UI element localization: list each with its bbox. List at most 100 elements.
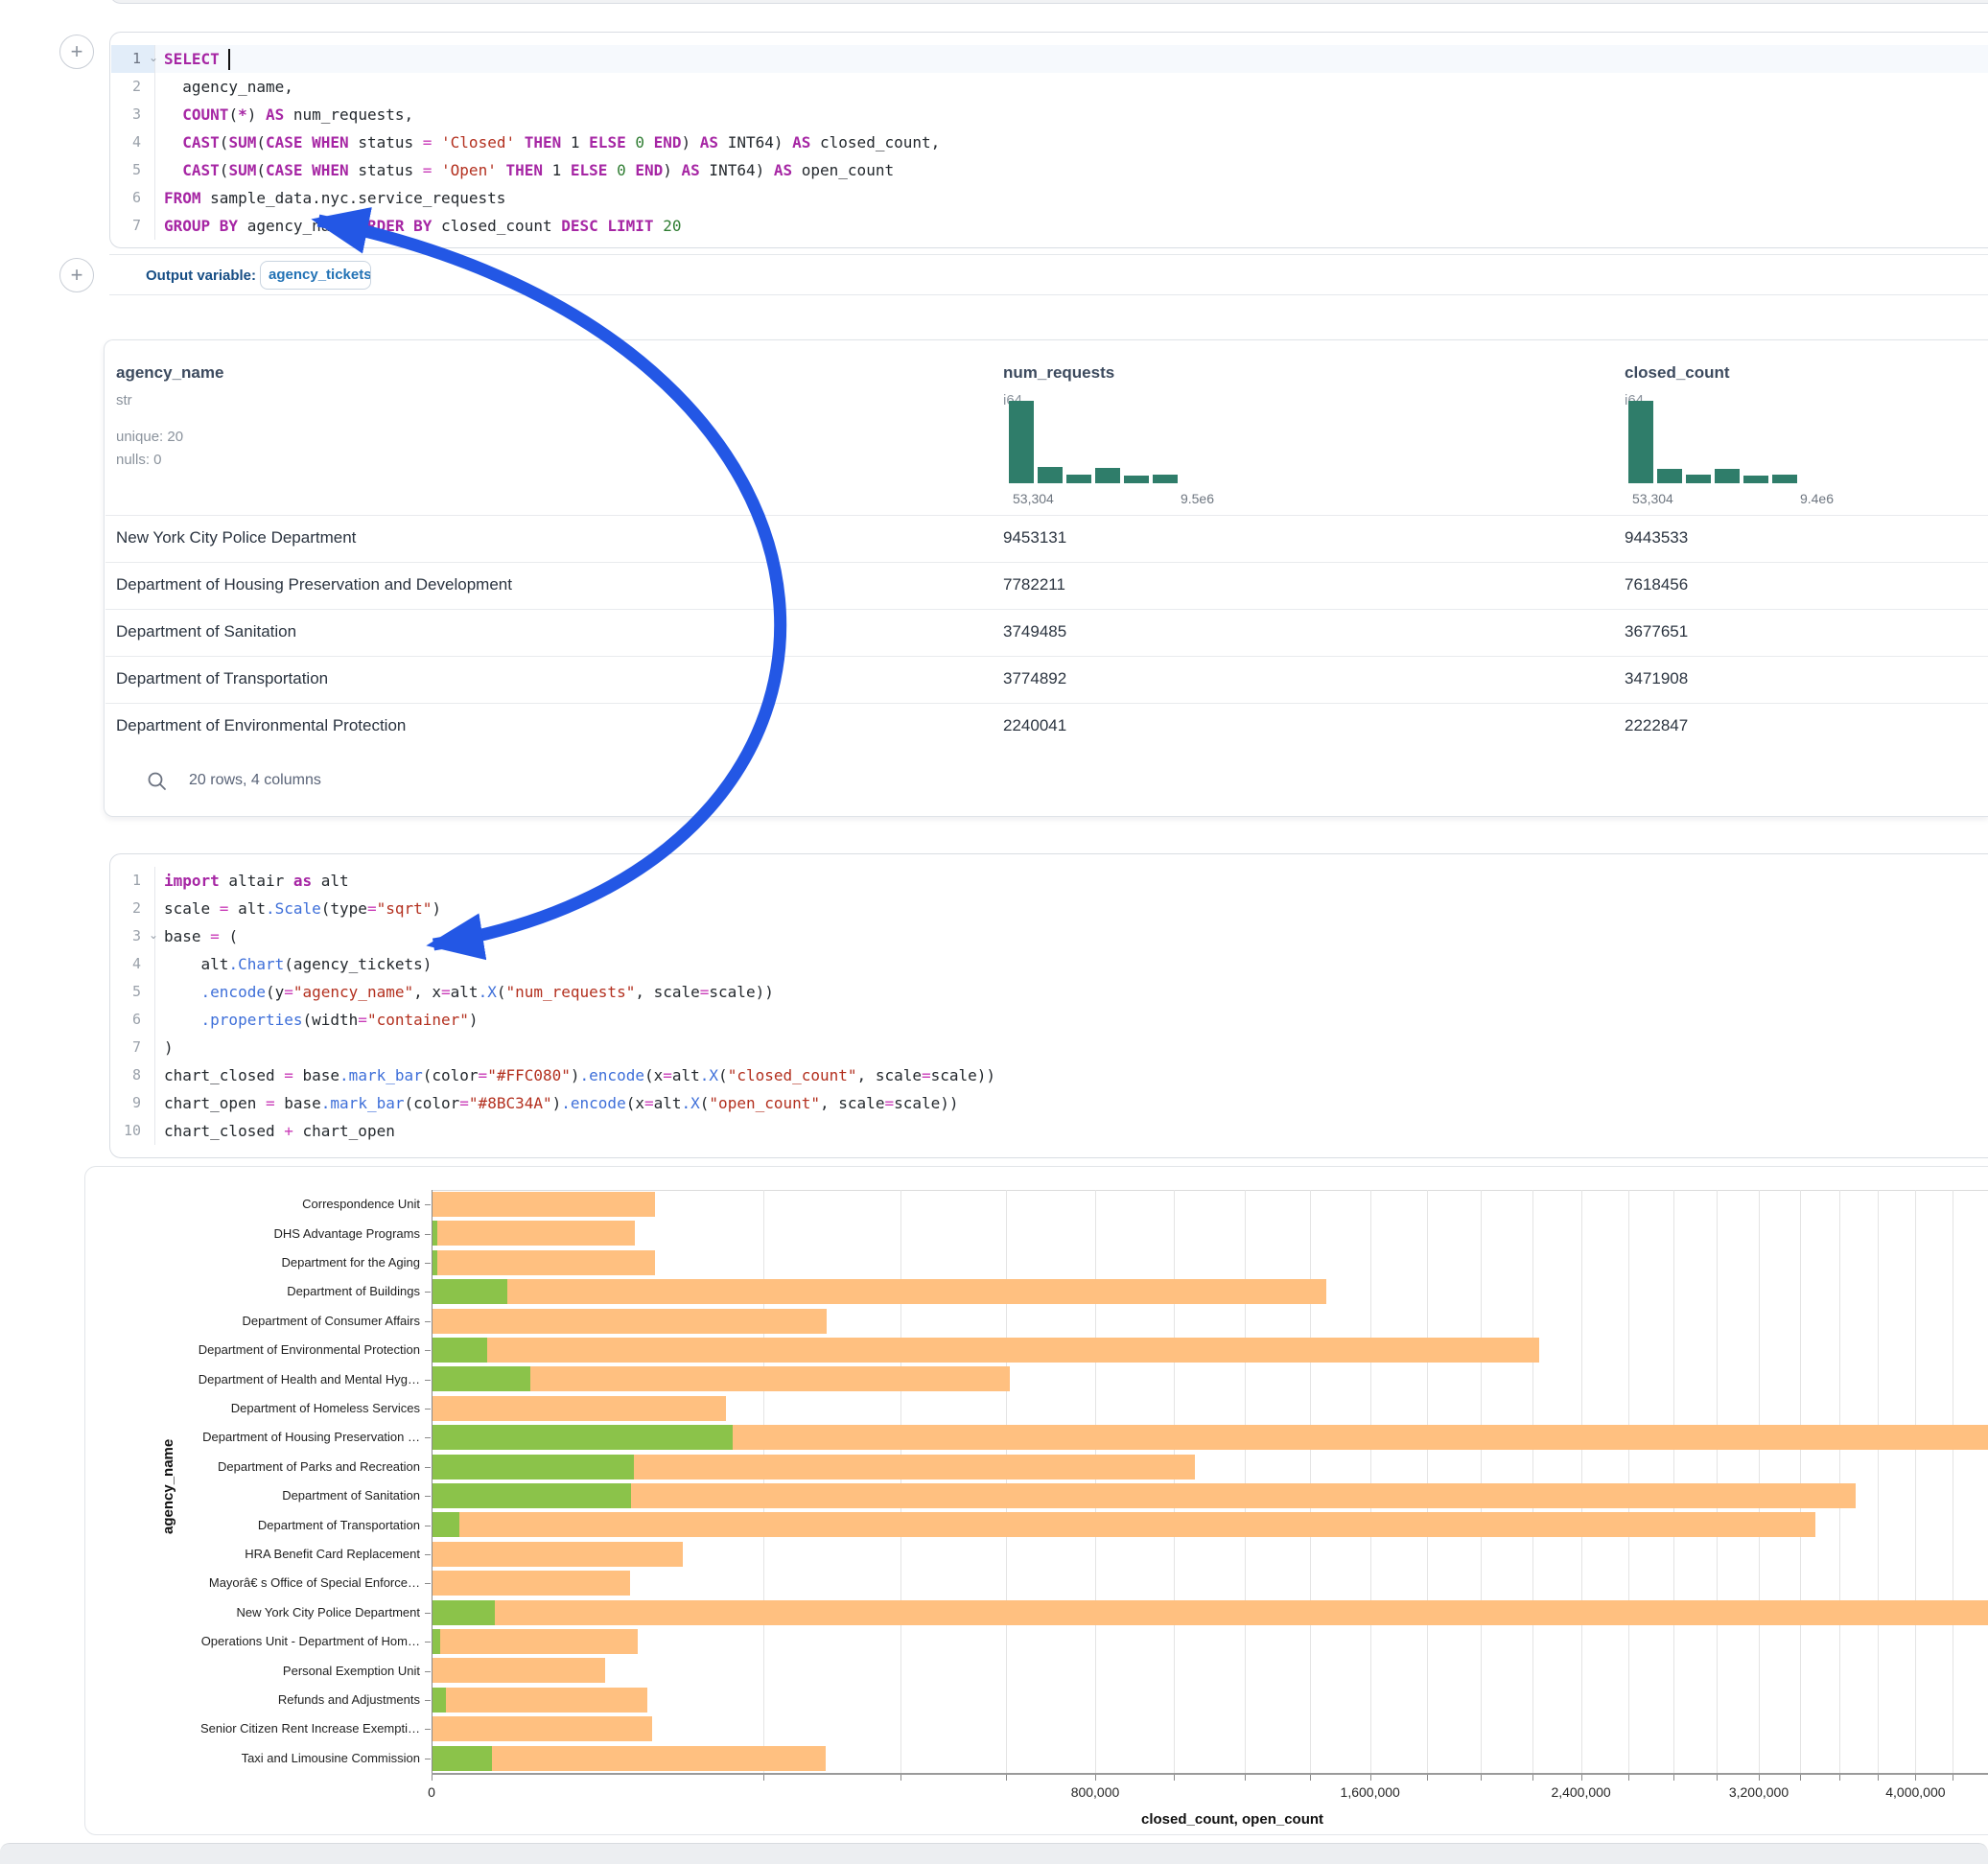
code-text: import altair as alt: [164, 867, 349, 895]
python-code-line[interactable]: 5 .encode(y="agency_name", x=alt.X("num_…: [110, 978, 1988, 1006]
python-code-line[interactable]: 7): [110, 1034, 1988, 1061]
sql-code-line[interactable]: 6FROM sample_data.nyc.service_requests: [110, 184, 1988, 212]
bar-open-count[interactable]: [433, 1366, 530, 1391]
y-axis-tick-label: Department of Housing Preservation …: [85, 1430, 420, 1444]
cell-agency-name[interactable]: Department of Housing Preservation and D…: [116, 575, 512, 594]
bar-open-count[interactable]: [433, 1483, 631, 1508]
cell-closed-count[interactable]: 9443533: [1625, 528, 1688, 548]
python-code-line[interactable]: 10chart_closed + chart_open: [110, 1117, 1988, 1145]
bar-closed-count[interactable]: [433, 1309, 827, 1334]
bar-closed-count[interactable]: [433, 1716, 652, 1741]
sql-code-line[interactable]: 3 COUNT(*) AS num_requests,: [110, 101, 1988, 128]
cell-agency-name[interactable]: Department of Sanitation: [116, 622, 296, 641]
bar-open-count[interactable]: [433, 1600, 495, 1625]
bar-closed-count[interactable]: [433, 1338, 1539, 1363]
column-header-agency-name[interactable]: agency_name: [116, 363, 223, 383]
bar-closed-count[interactable]: [433, 1658, 605, 1683]
gridline: [1717, 1190, 1718, 1773]
cell-num-requests[interactable]: 3749485: [1003, 622, 1066, 641]
bar-closed-count[interactable]: [433, 1250, 655, 1275]
bar-open-count[interactable]: [433, 1512, 459, 1537]
histogram-bar: [1009, 401, 1034, 483]
cell-closed-count[interactable]: 2222847: [1625, 716, 1688, 735]
y-axis-tick-label: Department of Consumer Affairs: [85, 1314, 420, 1328]
cell-agency-name[interactable]: Department of Environmental Protection: [116, 716, 406, 735]
cell-num-requests[interactable]: 9453131: [1003, 528, 1066, 548]
python-code-line[interactable]: 9chart_open = base.mark_bar(color="#8BC3…: [110, 1089, 1988, 1117]
python-code-line[interactable]: 4 alt.Chart(agency_tickets): [110, 950, 1988, 978]
bar-closed-count[interactable]: [433, 1396, 726, 1421]
bar-open-count[interactable]: [433, 1688, 446, 1713]
y-axis-tick: [425, 1292, 431, 1293]
bar-closed-count[interactable]: [433, 1279, 1326, 1304]
cell-closed-count[interactable]: 3677651: [1625, 622, 1688, 641]
fold-chevron-icon[interactable]: ⌄: [149, 922, 164, 950]
bar-closed-count[interactable]: [433, 1542, 683, 1567]
sql-code-line[interactable]: 2 agency_name,: [110, 73, 1988, 101]
sql-code-line[interactable]: 5 CAST(SUM(CASE WHEN status = 'Open' THE…: [110, 156, 1988, 184]
bar-open-count[interactable]: [433, 1455, 634, 1480]
gridline: [1095, 1190, 1096, 1773]
row-separator: [105, 703, 1988, 704]
next-cell-top-edge: [0, 1843, 1988, 1864]
plot-top-border: [432, 1190, 1988, 1191]
y-axis-tick: [425, 1467, 431, 1468]
python-code-line[interactable]: 8chart_closed = base.mark_bar(color="#FF…: [110, 1061, 1988, 1089]
y-axis-tick: [425, 1380, 431, 1381]
column-header-num-requests[interactable]: num_requests: [1003, 363, 1114, 383]
cell-agency-name[interactable]: New York City Police Department: [116, 528, 356, 548]
cell-closed-count[interactable]: 7618456: [1625, 575, 1688, 594]
python-code-line[interactable]: 3⌄base = (: [110, 922, 1988, 950]
divider: [109, 294, 1988, 295]
bar-closed-count[interactable]: [433, 1192, 655, 1217]
y-axis-tick-label: Department of Parks and Recreation: [85, 1459, 420, 1474]
bar-open-count[interactable]: [433, 1629, 440, 1654]
x-axis-tick: [1915, 1775, 1916, 1781]
bar-closed-count[interactable]: [433, 1629, 638, 1654]
fold-chevron-icon[interactable]: ⌄: [149, 45, 164, 73]
y-axis-tick-label: Department of Environmental Protection: [85, 1342, 420, 1357]
column-stat-unique: unique: 20: [116, 429, 183, 445]
cell-num-requests[interactable]: 2240041: [1003, 716, 1066, 735]
cell-num-requests[interactable]: 3774892: [1003, 669, 1066, 688]
bar-open-count[interactable]: [433, 1279, 507, 1304]
add-cell-button-middle[interactable]: +: [59, 258, 94, 292]
y-axis-tick: [425, 1554, 431, 1555]
python-code-line[interactable]: 1import altair as alt: [110, 867, 1988, 895]
output-variable-pill[interactable]: agency_tickets: [260, 261, 371, 290]
x-axis-tick: [1628, 1775, 1629, 1781]
y-axis-line: [432, 1190, 433, 1773]
sql-code-line[interactable]: 4 CAST(SUM(CASE WHEN status = 'Closed' T…: [110, 128, 1988, 156]
python-code-line[interactable]: 2scale = alt.Scale(type="sqrt"): [110, 895, 1988, 922]
gridline: [763, 1190, 764, 1773]
bar-closed-count[interactable]: [433, 1600, 1988, 1625]
x-axis-tick: [1839, 1775, 1840, 1781]
cell-num-requests[interactable]: 7782211: [1003, 575, 1065, 594]
x-axis-tick: [1370, 1775, 1371, 1781]
column-header-closed-count[interactable]: closed_count: [1625, 363, 1730, 383]
bar-open-count[interactable]: [433, 1746, 492, 1771]
y-axis-tick: [425, 1350, 431, 1351]
bar-open-count[interactable]: [433, 1250, 437, 1275]
bar-open-count[interactable]: [433, 1221, 437, 1246]
python-editor[interactable]: 1import altair as alt2scale = alt.Scale(…: [110, 867, 1988, 1151]
bar-open-count[interactable]: [433, 1425, 733, 1450]
sql-code-line[interactable]: 7GROUP BY agency_name ORDER BY closed_co…: [110, 212, 1988, 240]
table-body: New York City Police Department 9453131 94…: [105, 515, 1988, 754]
code-text: SELECT: [164, 45, 228, 73]
bar-closed-count[interactable]: [433, 1221, 635, 1246]
cell-agency-name[interactable]: Department of Transportation: [116, 669, 328, 688]
bar-closed-count[interactable]: [433, 1483, 1856, 1508]
add-cell-button-top[interactable]: +: [59, 35, 94, 69]
bar-closed-count[interactable]: [433, 1688, 647, 1713]
sql-code-line[interactable]: 1⌄SELECT: [110, 45, 1988, 73]
bar-open-count[interactable]: [433, 1338, 487, 1363]
code-text: alt.Chart(agency_tickets): [164, 950, 432, 978]
bar-closed-count[interactable]: [433, 1571, 630, 1596]
search-icon[interactable]: [147, 771, 168, 792]
sql-editor[interactable]: 1⌄SELECT 2 agency_name,3 COUNT(*) AS num…: [110, 45, 1988, 241]
python-code-line[interactable]: 6 .properties(width="container"): [110, 1006, 1988, 1034]
cell-closed-count[interactable]: 3471908: [1625, 669, 1688, 688]
histogram-bar: [1153, 475, 1178, 483]
bar-closed-count[interactable]: [433, 1512, 1815, 1537]
